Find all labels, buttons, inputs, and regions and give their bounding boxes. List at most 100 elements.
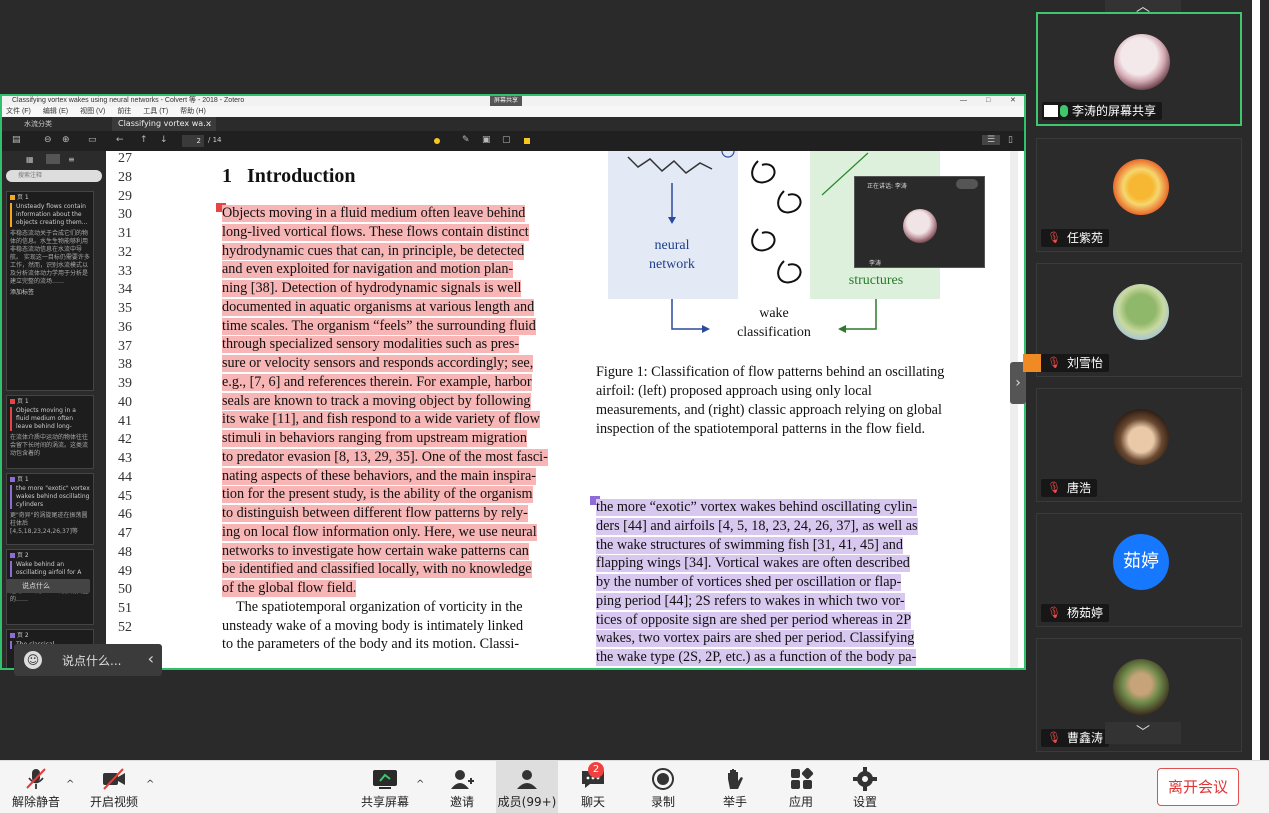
thumbnails-icon[interactable]: ▦ xyxy=(26,155,34,164)
zoom-in-icon[interactable]: ⊕ xyxy=(62,135,70,145)
leave-meeting-button[interactable]: 离开会议 xyxy=(1157,768,1239,806)
user-flag-icon xyxy=(1023,354,1041,372)
mini-chat-input[interactable]: 说点什么 xyxy=(6,579,90,593)
line-number: 36 xyxy=(118,319,132,335)
members-button[interactable]: 成员(99+) xyxy=(496,761,558,813)
outline-icon[interactable]: ≡ xyxy=(68,155,75,164)
participant-tile[interactable]: 🎙 刘雪怡 xyxy=(1023,263,1242,377)
annotation-card[interactable]: 页 1 Unsteady flows contain information a… xyxy=(6,191,94,391)
menu-help[interactable]: 帮助 (H) xyxy=(180,108,206,115)
tab-collection[interactable]: 水流分类 xyxy=(24,119,52,129)
video-options-caret[interactable]: ^ xyxy=(146,779,154,790)
highlighted-text-line: sure or velocity sensors and responds ac… xyxy=(222,355,534,372)
tab-close-icon[interactable]: × xyxy=(205,117,212,131)
audio-options-caret[interactable]: ^ xyxy=(66,779,74,790)
highlighted-text-line: by the number of vortices shed per oscil… xyxy=(596,574,902,591)
gallery-scrollbar[interactable] xyxy=(1252,0,1260,760)
participant-initials-avatar: 茹婷 xyxy=(1113,534,1169,590)
members-icon xyxy=(517,770,537,789)
participant-tile[interactable]: 李涛的屏幕共享 xyxy=(1036,12,1242,126)
chat-input[interactable]: ☺ 说点什么... ‹ xyxy=(14,644,162,676)
apps-button[interactable]: 应用 xyxy=(778,761,824,813)
start-video-button[interactable]: 开启视频 xyxy=(86,761,142,813)
context-pane-icon[interactable]: ▯ xyxy=(1008,135,1013,145)
annotation-card[interactable]: 页 1 the more "exotic" vortex wakes behin… xyxy=(6,473,94,545)
line-number: 33 xyxy=(118,263,132,279)
menu-go[interactable]: 前往 xyxy=(117,108,131,115)
highlighted-text-line: tices of opposite sign are shed per peri… xyxy=(596,611,912,629)
menu-edit[interactable]: 编辑 (E) xyxy=(43,108,68,115)
active-speaker-window[interactable]: 正在讲话: 李涛 李涛 xyxy=(854,176,985,268)
mic-muted-icon: 🎙 xyxy=(1047,731,1061,744)
share-screen-button[interactable]: 共享屏幕 xyxy=(356,761,414,813)
highlight-icon xyxy=(10,633,15,638)
back-icon[interactable]: ← xyxy=(116,135,124,145)
line-number: 35 xyxy=(118,301,132,316)
highlighted-text-line: its wake [11], and fish respond to a wid… xyxy=(222,411,540,429)
collapse-chat-icon[interactable]: ‹ xyxy=(148,649,154,668)
share-screen-icon xyxy=(373,770,397,789)
unmute-button[interactable]: 解除静音 xyxy=(8,761,64,813)
figure-label-wake: wake xyxy=(759,306,789,321)
minimize-button[interactable]: — xyxy=(960,96,967,106)
mic-on-icon xyxy=(1060,105,1068,117)
mini-window-controls[interactable] xyxy=(956,179,978,189)
page-down-icon[interactable]: ↓ xyxy=(160,135,168,145)
highlighted-text-line: tion for the present study, is the abili… xyxy=(222,486,533,504)
participant-tile[interactable]: 茹婷 🎙 杨茹婷 xyxy=(1036,513,1242,627)
menu-file[interactable]: 文件 (F) xyxy=(6,108,31,115)
color-picker-icon[interactable] xyxy=(524,138,530,144)
record-button[interactable]: 录制 xyxy=(640,761,686,813)
menu-view[interactable]: 视图 (V) xyxy=(80,108,105,115)
page-number-input[interactable]: 2 xyxy=(182,135,204,147)
settings-button[interactable]: 设置 xyxy=(842,761,888,813)
zoom-out-icon[interactable]: ⊖ xyxy=(44,135,52,145)
meeting-toolbar: 解除静音 ^ 开启视频 ^ 共享屏幕 ^ 邀请 成员(99+) 2 聊天 录制 … xyxy=(0,760,1269,813)
add-user-icon xyxy=(451,770,474,789)
highlighted-text-line: seals are known to track a moving object… xyxy=(222,392,531,410)
gallery-scroll-down-button[interactable]: ﹀ xyxy=(1105,722,1181,744)
page-up-icon[interactable]: ↑ xyxy=(140,135,148,145)
invite-button[interactable]: 邀请 xyxy=(440,761,484,813)
participant-tile[interactable]: 🎙 唐浩 xyxy=(1036,388,1242,502)
share-options-caret[interactable]: ^ xyxy=(416,779,424,790)
participant-tile[interactable]: 🎙 任紫苑 xyxy=(1036,138,1242,252)
pen-tool-icon[interactable]: ✎ xyxy=(462,135,470,145)
highlighted-text-line: through specialized sensory modalities s… xyxy=(222,336,520,354)
line-number: 40 xyxy=(118,394,132,410)
maximize-button[interactable]: □ xyxy=(986,96,990,106)
line-number: 34 xyxy=(118,282,132,298)
screen-share-icon xyxy=(1044,105,1058,117)
screen-share-tag: 屏幕共享 xyxy=(490,96,523,106)
line-number: 45 xyxy=(118,488,132,504)
zotero-window-title: Classifying vortex wakes using neural ne… xyxy=(12,97,245,104)
raise-hand-button[interactable]: 举手 xyxy=(712,761,758,813)
mic-muted-icon: 🎙 xyxy=(1047,481,1061,494)
highlight-tool-icon[interactable] xyxy=(434,138,440,144)
menu-tools[interactable]: 工具 (T) xyxy=(143,108,168,115)
right-bottom-arrow-head xyxy=(838,325,846,333)
participant-avatar xyxy=(1113,284,1169,340)
zoom-reset-icon[interactable]: ▭ xyxy=(88,135,97,145)
participant-gallery: ︿ 李涛的屏幕共享 🎙 任紫苑 🎙 刘雪怡 🎙 唐浩 茹婷 🎙 杨茹婷 🎙 曹鑫… xyxy=(1023,0,1245,760)
add-tag-link[interactable]: 添加标签 xyxy=(10,289,90,297)
document-scrollbar[interactable] xyxy=(1010,151,1018,668)
close-window-button[interactable]: ✕ xyxy=(1010,96,1016,106)
chat-button[interactable]: 2 聊天 xyxy=(570,761,616,813)
highlighted-text-line: and even exploited for navigation and mo… xyxy=(222,261,514,279)
sidebar-toggle-icon[interactable]: ▤ xyxy=(12,135,21,145)
annotations-tab-icon[interactable] xyxy=(46,154,60,164)
note-tool-icon[interactable]: ▣ xyxy=(482,135,491,145)
annotation-card[interactable]: 页 1 Objects moving in a fluid medium oft… xyxy=(6,395,94,469)
area-tool-icon[interactable]: ▢ xyxy=(502,135,511,145)
line-number: 29 xyxy=(118,188,132,204)
annotations-view-icon[interactable]: ☰ xyxy=(982,135,1001,145)
highlighted-text-line: to distinguish between different flow pa… xyxy=(222,505,528,522)
tab-document[interactable]: Classifying vortex wa... × xyxy=(112,117,216,131)
camera-off-icon xyxy=(103,768,125,790)
annotation-search[interactable]: 搜索注释 xyxy=(6,170,102,182)
line-number: 38 xyxy=(118,357,132,373)
participant-label: 🎙 曹鑫涛 xyxy=(1041,729,1110,747)
section-heading: 1 Introduction xyxy=(222,165,356,187)
emoji-icon[interactable]: ☺ xyxy=(24,651,42,669)
